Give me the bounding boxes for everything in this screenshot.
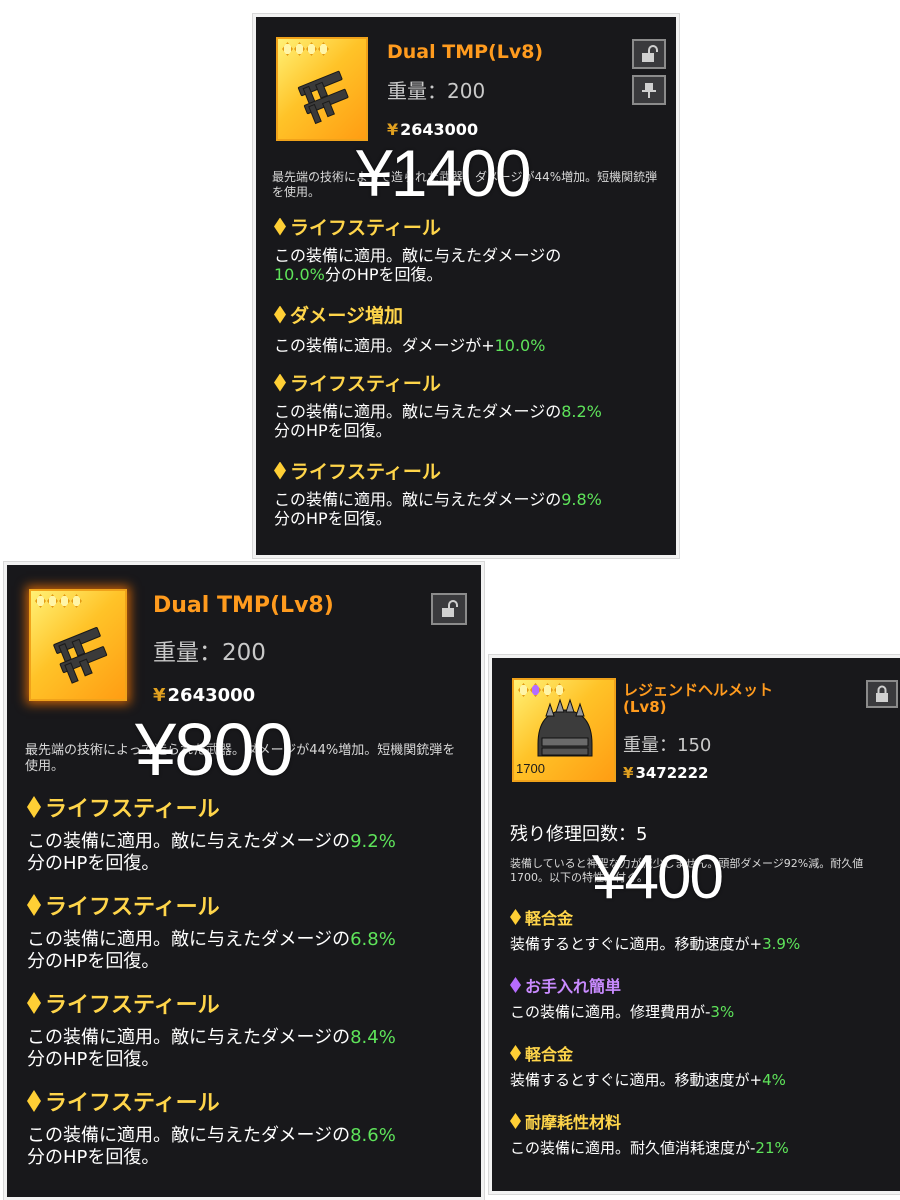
stat-block: ライフスティール この装備に適用。敵に与えたダメージの 10.0%分のHPを回復。 <box>274 213 676 284</box>
stat-description: この装備に適用。敵に与えたダメージの 10.0%分のHPを回復。 <box>274 246 562 285</box>
rarity-star-icon <box>530 683 541 697</box>
diamond-icon <box>510 1045 521 1061</box>
stat-description: 装備するとすぐに適用。移動速度が+4% <box>510 1071 786 1089</box>
item-title: レジェンドヘルメット (Lv8) <box>623 681 774 717</box>
yen-icon: ¥ <box>623 764 634 782</box>
stat-name: ライフスティール <box>27 791 481 823</box>
item-thumbnail[interactable] <box>29 589 127 701</box>
stat-description: この装備に適用。敵に与えたダメージの9.2% 分のHPを回復。 <box>27 831 396 874</box>
rarity-star-icon <box>282 42 293 56</box>
stat-description: この装備に適用。敵に与えたダメージの9.8% 分のHPを回復。 <box>274 490 602 529</box>
rarity-stars <box>518 683 565 697</box>
stat-block: ライフスティール この装備に適用。敵に与えたダメージの9.2% 分のHPを回復。 <box>27 791 481 874</box>
stat-block: 軽合金 装備するとすぐに適用。移動速度が+3.9% <box>510 905 900 953</box>
item-price: ¥2643000 <box>153 685 255 706</box>
diamond-icon <box>27 992 41 1014</box>
diamond-icon <box>510 1113 521 1129</box>
sale-price-overlay: ¥800 <box>135 708 294 791</box>
rarity-stars <box>35 594 82 608</box>
stat-name: ライフスティール <box>27 987 481 1019</box>
item-price-value: 3472222 <box>635 764 709 782</box>
sale-price-overlay: ¥1400 <box>356 136 532 210</box>
stat-name: ライフスティール <box>274 457 676 484</box>
item-weight: 重量：200 <box>387 79 486 103</box>
stat-description: この装備に適用。敵に与えたダメージの8.2% 分のHPを回復。 <box>274 402 602 441</box>
stat-name: ライフスティール <box>27 1085 481 1117</box>
stat-block: ダメージ増加 この装備に適用。ダメージが+10.0% <box>274 301 676 355</box>
locked-padlock-icon <box>876 685 888 702</box>
stat-name: ライフスティール <box>274 369 676 396</box>
rarity-star-icon <box>518 683 529 697</box>
stat-description: この装備に適用。耐久値消耗速度が-21% <box>510 1139 789 1157</box>
item-title: Dual TMP(Lv8) <box>387 41 544 63</box>
item-card-dual-tmp-2: Dual TMP(Lv8) 重量：200 ¥2643000 最先端の技術によって… <box>4 562 484 1200</box>
rarity-star-icon <box>59 594 70 608</box>
stat-name: ライフスティール <box>27 889 481 921</box>
stat-name: 軽合金 <box>510 905 900 929</box>
stat-block: ライフスティール この装備に適用。敵に与えたダメージの6.8% 分のHPを回復。 <box>27 889 481 972</box>
stat-description: この装備に適用。敵に与えたダメージの8.4% 分のHPを回復。 <box>27 1027 396 1070</box>
rarity-star-icon <box>554 683 565 697</box>
diamond-icon <box>27 1090 41 1112</box>
stat-description: この装備に適用。ダメージが+10.0% <box>274 336 546 355</box>
item-weight: 重量：200 <box>153 640 266 666</box>
stat-block: ライフスティール この装備に適用。敵に与えたダメージの8.4% 分のHPを回復。 <box>27 987 481 1070</box>
rarity-star-icon <box>47 594 58 608</box>
pin-icon <box>642 83 656 98</box>
stat-name: 耐摩耗性材料 <box>510 1109 900 1133</box>
item-thumbnail[interactable]: 1700 <box>512 678 616 782</box>
stat-block: 軽合金 装備するとすぐに適用。移動速度が+4% <box>510 1041 900 1089</box>
lock-toggle-button[interactable] <box>632 39 666 69</box>
stat-description: この装備に適用。修理費用が-3% <box>510 1003 735 1021</box>
yen-icon: ¥ <box>153 685 166 706</box>
diamond-icon <box>274 305 286 324</box>
diamond-icon <box>510 909 521 925</box>
dual-smg-icon <box>297 70 349 125</box>
rarity-star-icon <box>306 42 317 56</box>
lock-toggle-button[interactable] <box>866 680 898 708</box>
diamond-icon <box>27 796 41 818</box>
diamond-icon <box>27 894 41 916</box>
stat-name: ダメージ増加 <box>274 301 676 328</box>
sale-price-overlay: ¥400 <box>592 843 724 912</box>
unlocked-padlock-icon <box>642 45 658 62</box>
diamond-icon <box>274 217 286 236</box>
spiked-helmet-icon <box>537 698 593 757</box>
stat-block: ライフスティール この装備に適用。敵に与えたダメージの9.8% 分のHPを回復。 <box>274 457 676 528</box>
rarity-star-icon <box>35 594 46 608</box>
unlocked-padlock-icon <box>442 600 458 617</box>
stat-name: 軽合金 <box>510 1041 900 1065</box>
item-title: Dual TMP(Lv8) <box>153 593 334 618</box>
rarity-star-icon <box>542 683 553 697</box>
diamond-icon <box>274 373 286 392</box>
rarity-star-icon <box>294 42 305 56</box>
stat-block: ライフスティール この装備に適用。敵に与えたダメージの8.6% 分のHPを回復。 <box>27 1085 481 1168</box>
rarity-star-icon <box>318 42 329 56</box>
stat-name: ライフスティール <box>274 213 676 240</box>
item-card-legend-helmet: 1700 レジェンドヘルメット (Lv8) 重量：150 ¥3472222 残り修… <box>489 655 900 1194</box>
stat-description: この装備に適用。敵に与えたダメージの8.6% 分のHPを回復。 <box>27 1125 396 1168</box>
item-card-dual-tmp-1: Dual TMP(Lv8) 重量：200 ¥2643000 最先端の技術によって… <box>253 14 679 558</box>
stat-block: お手入れ簡単 この装備に適用。修理費用が-3% <box>510 973 900 1021</box>
item-price-value: 2643000 <box>167 685 256 706</box>
item-weight: 重量：150 <box>623 735 712 756</box>
pin-button[interactable] <box>632 75 666 105</box>
diamond-icon <box>274 461 286 480</box>
rarity-star-icon <box>71 594 82 608</box>
stat-description: この装備に適用。敵に与えたダメージの6.8% 分のHPを回復。 <box>27 929 396 972</box>
stat-description: 装備するとすぐに適用。移動速度が+3.9% <box>510 935 801 953</box>
item-price: ¥3472222 <box>623 764 709 782</box>
diamond-icon <box>510 977 521 993</box>
rarity-stars <box>282 42 329 56</box>
stat-block: ライフスティール この装備に適用。敵に与えたダメージの8.2% 分のHPを回復。 <box>274 369 676 440</box>
thumbnail-counter: 1700 <box>516 761 545 776</box>
stat-block: 耐摩耗性材料 この装備に適用。耐久値消耗速度が-21% <box>510 1109 900 1157</box>
lock-toggle-button[interactable] <box>431 593 467 625</box>
dual-smg-icon <box>53 627 108 684</box>
item-thumbnail[interactable] <box>276 37 368 141</box>
stat-name: お手入れ簡単 <box>510 973 900 997</box>
